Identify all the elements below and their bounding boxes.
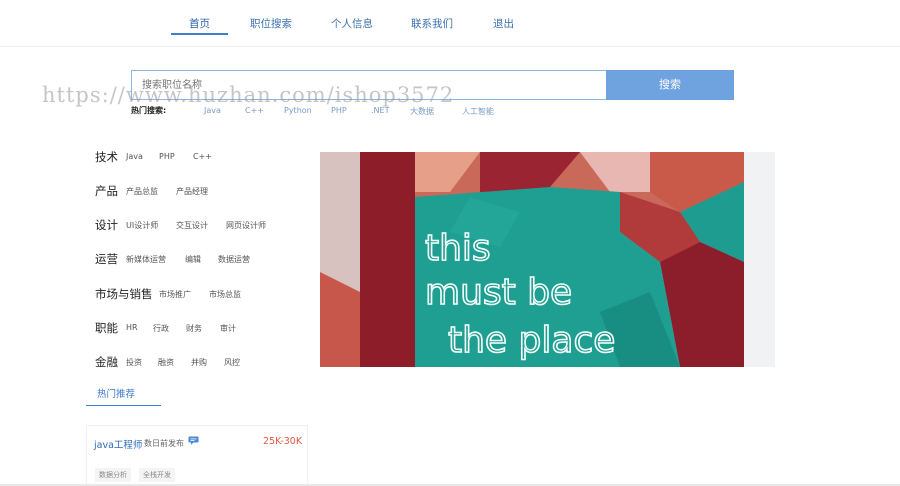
hot-keyword-cpp[interactable]: C++ (245, 106, 264, 115)
job-post-time: 数日前发布 (144, 439, 184, 448)
hot-recommend-tab[interactable]: 热门推荐 (97, 386, 135, 400)
nav-item-logout[interactable]: 退出 (493, 16, 514, 31)
category-tag[interactable]: 行政 (153, 323, 169, 334)
category-title: 运营 (95, 252, 118, 266)
job-salary: 25K-30K (263, 436, 303, 447)
category-tag[interactable]: 市场推广 (159, 289, 191, 300)
neon-line-3: the place (448, 320, 615, 361)
category-tag[interactable]: 新媒体运营 (126, 254, 166, 265)
category-tag[interactable]: 数据运营 (218, 254, 250, 265)
banner-side-panel (744, 152, 775, 367)
category-title: 产品 (95, 184, 118, 198)
hot-keyword-python[interactable]: Python (284, 106, 312, 115)
category-tag[interactable]: 融资 (158, 357, 174, 368)
category-tag[interactable]: 财务 (186, 323, 202, 334)
category-tag[interactable]: UI设计师 (126, 220, 158, 231)
neon-line-2: must be (425, 272, 572, 313)
job-tag: 数据分析 (95, 468, 131, 482)
category-tag[interactable]: 风控 (224, 357, 240, 368)
page: 首页 职位搜索 个人信息 联系我们 退出 搜索 热门搜索: Java C++ P… (0, 0, 900, 486)
category-tag[interactable]: 编辑 (185, 254, 201, 265)
nav-active-underline (171, 33, 228, 35)
hot-keyword-ai[interactable]: 人工智能 (462, 106, 494, 117)
hot-keyword-php[interactable]: PHP (331, 106, 347, 115)
category-tag[interactable]: 交互设计 (176, 220, 208, 231)
category-tag[interactable]: 产品经理 (176, 186, 208, 197)
hot-keyword-dotnet[interactable]: .NET (371, 106, 389, 115)
category-title: 市场与销售 (95, 287, 153, 301)
hot-recommend-underline (86, 405, 161, 406)
category-tag[interactable]: 市场总监 (209, 289, 241, 300)
nav-item-home[interactable]: 首页 (189, 16, 210, 31)
search-button[interactable]: 搜索 (606, 70, 734, 100)
job-title-link[interactable]: java工程师 (94, 437, 142, 451)
job-card[interactable]: java工程师 数日前发布 25K-30K 数据分析 全栈开发 (86, 425, 308, 486)
hot-keyword-java[interactable]: Java (204, 106, 221, 115)
chat-icon[interactable] (188, 436, 199, 445)
category-tag[interactable]: C++ (193, 152, 212, 161)
category-tag[interactable]: 并购 (191, 357, 207, 368)
banner-image[interactable]: this must be the place (320, 152, 744, 367)
job-tag: 全栈开发 (139, 468, 175, 482)
category-tag[interactable]: 网页设计师 (226, 220, 266, 231)
category-title: 设计 (95, 218, 118, 232)
category-tag[interactable]: Java (126, 152, 143, 161)
neon-line-1: this (425, 228, 491, 269)
category-title: 职能 (95, 321, 118, 335)
category-tag[interactable]: 审计 (220, 323, 236, 334)
category-tag[interactable]: 产品总监 (126, 186, 158, 197)
category-tag[interactable]: 投资 (126, 357, 142, 368)
category-tag[interactable]: HR (126, 323, 138, 332)
top-nav: 首页 职位搜索 个人信息 联系我们 退出 (0, 0, 900, 47)
category-title: 技术 (95, 150, 118, 164)
category-title: 金融 (95, 355, 118, 369)
nav-item-job-search[interactable]: 职位搜索 (250, 16, 292, 31)
banner-illustration: this must be the place (320, 152, 744, 367)
hot-keyword-bigdata[interactable]: 大数据 (410, 106, 434, 117)
watermark-text: https://www.huzhan.com/ishop3572 (42, 83, 455, 107)
category-tag[interactable]: PHP (159, 152, 175, 161)
nav-item-contact[interactable]: 联系我们 (411, 16, 453, 31)
nav-item-profile[interactable]: 个人信息 (331, 16, 373, 31)
